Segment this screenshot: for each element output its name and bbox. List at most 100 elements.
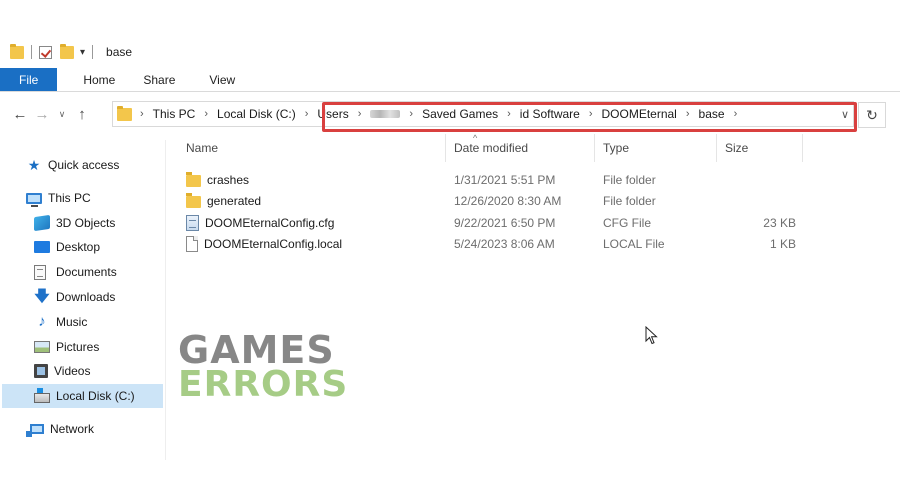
sidebar-item-label: Network [50, 422, 95, 436]
network-icon [26, 424, 44, 437]
config-file-icon [186, 214, 199, 231]
breadcrumb-id-software[interactable]: id Software [520, 107, 580, 121]
file-size: 23 KB [763, 215, 796, 230]
sidebar-item-label: This PC [48, 191, 91, 205]
tab-file[interactable]: File [0, 68, 58, 91]
column-header-date-modified[interactable]: Date modified [446, 134, 595, 162]
sidebar-item-this-pc[interactable]: This PC [26, 186, 91, 210]
sidebar-item-music[interactable]: ♪ Music [34, 310, 87, 334]
sidebar-item-label: Documents [56, 265, 117, 279]
folder-icon [186, 192, 201, 208]
tab-share[interactable]: Share [131, 68, 187, 91]
sidebar-item-documents[interactable]: Documents [34, 260, 117, 284]
music-note-icon: ♪ [38, 313, 46, 330]
file-date: 9/22/2021 6:50 PM [454, 215, 556, 230]
address-dropdown-icon[interactable]: ∨ [841, 108, 849, 121]
sidebar-item-videos[interactable]: Videos [34, 359, 90, 383]
breadcrumb-chevron-icon[interactable]: › [409, 108, 413, 120]
table-row[interactable]: crashes 1/31/2021 5:51 PM File folder [178, 169, 818, 190]
table-row[interactable]: DOOMEternalConfig.local 5/24/2023 8:06 A… [178, 233, 818, 254]
breadcrumb-chevron-icon[interactable]: › [686, 108, 690, 120]
star-icon: ★ [27, 157, 41, 173]
navigation-bar: ← → ∨ ↑ › This PC › Local Disk (C:) › Us… [0, 99, 900, 132]
breadcrumb-this-pc[interactable]: This PC [153, 107, 196, 121]
table-row[interactable]: DOOMEternalConfig.cfg 9/22/2021 6:50 PM … [178, 212, 818, 233]
sidebar-item-pictures[interactable]: Pictures [34, 335, 99, 359]
file-type: File folder [603, 193, 656, 208]
sidebar-item-label: Videos [54, 364, 91, 378]
sidebar-item-label: Music [56, 315, 88, 329]
breadcrumb-doometernal[interactable]: DOOMEternal [602, 107, 677, 121]
watermark-errors: ERRORS [178, 364, 349, 405]
sidebar-item-label: Quick access [48, 158, 120, 172]
sidebar-item-local-disk[interactable]: Local Disk (C:) [2, 384, 163, 408]
breadcrumb-chevron-icon[interactable]: › [305, 108, 309, 120]
column-header-size[interactable]: Size [717, 134, 803, 162]
file-name: generated [207, 193, 262, 208]
file-size [736, 169, 796, 190]
computer-icon [26, 192, 42, 207]
customize-toolbar-dropdown-icon[interactable]: ▾ [80, 47, 85, 58]
breadcrumb-chevron-icon[interactable]: › [589, 108, 593, 120]
picture-icon [34, 341, 50, 353]
folder-icon [117, 105, 132, 121]
sidebar-item-label: 3D Objects [56, 216, 116, 230]
file-date: 12/26/2020 8:30 AM [454, 193, 562, 208]
mouse-cursor-icon [645, 326, 658, 345]
file-type: File folder [603, 172, 656, 187]
breadcrumb-user-redacted[interactable] [370, 110, 401, 118]
properties-icon[interactable] [39, 45, 52, 59]
sidebar-item-label: Downloads [56, 290, 116, 304]
breadcrumb-chevron-icon[interactable]: › [734, 108, 738, 120]
film-icon [34, 364, 48, 378]
sidebar-item-label: Local Disk (C:) [56, 389, 135, 403]
file-type: LOCAL File [603, 236, 665, 251]
sidebar-item-label: Pictures [56, 340, 100, 354]
sidebar-item-downloads[interactable]: 🡇 Downloads [34, 285, 115, 309]
navigation-pane: ★ Quick access This PC 3D Objects Deskto… [0, 140, 166, 460]
file-date: 5/24/2023 8:06 AM [454, 236, 555, 251]
forward-arrow-icon[interactable]: → [31, 106, 53, 123]
breadcrumb-base[interactable]: base [699, 107, 725, 121]
address-bar[interactable]: › This PC › Local Disk (C:) › Users › › … [112, 101, 857, 132]
breadcrumb-saved-games[interactable]: Saved Games [422, 107, 498, 121]
column-header-name[interactable]: Name [178, 134, 446, 162]
tab-view[interactable]: View [197, 68, 247, 91]
ribbon-tabs: File Home Share View [0, 68, 900, 92]
new-folder-icon[interactable] [60, 43, 74, 59]
breadcrumb-chevron-icon[interactable]: › [358, 108, 362, 120]
cube-icon [34, 214, 50, 232]
column-header-type[interactable]: Type [595, 134, 717, 162]
title-bar: ▾ base [0, 38, 900, 66]
file-name: crashes [207, 172, 250, 187]
window-title: base [106, 45, 133, 59]
breadcrumb-users[interactable]: Users [317, 107, 348, 121]
folder-icon [186, 171, 201, 187]
file-size [736, 190, 796, 211]
breadcrumb-chevron-icon[interactable]: › [140, 108, 144, 120]
blank-file-icon [186, 235, 198, 252]
breadcrumb-local-disk[interactable]: Local Disk (C:) [217, 107, 296, 121]
back-arrow-icon[interactable]: ← [9, 106, 31, 123]
document-icon [34, 264, 46, 280]
up-arrow-icon[interactable]: ↑ [71, 106, 93, 123]
sidebar-item-quick-access[interactable]: ★ Quick access [26, 153, 120, 177]
refresh-icon[interactable]: ↻ [858, 102, 886, 128]
sidebar-item-3d-objects[interactable]: 3D Objects [34, 211, 115, 235]
recent-locations-chevron-icon[interactable]: ∨ [53, 109, 71, 120]
folder-icon [10, 43, 24, 59]
file-name: DOOMEternalConfig.local [204, 236, 343, 251]
sidebar-item-network[interactable]: Network [26, 417, 94, 441]
tab-home[interactable]: Home [71, 68, 127, 91]
toolbar-divider [31, 45, 32, 59]
breadcrumb-chevron-icon[interactable]: › [507, 108, 511, 120]
file-name: DOOMEternalConfig.cfg [205, 215, 335, 230]
sidebar-item-desktop[interactable]: Desktop [34, 235, 100, 259]
sidebar-item-label: Desktop [56, 240, 101, 254]
toolbar-divider [92, 45, 94, 59]
download-arrow-icon: 🡇 [34, 288, 50, 305]
table-row[interactable]: generated 12/26/2020 8:30 AM File folder [178, 190, 818, 211]
breadcrumb-chevron-icon[interactable]: › [204, 108, 208, 120]
file-size: 1 KB [769, 236, 796, 251]
drive-icon [34, 388, 50, 403]
